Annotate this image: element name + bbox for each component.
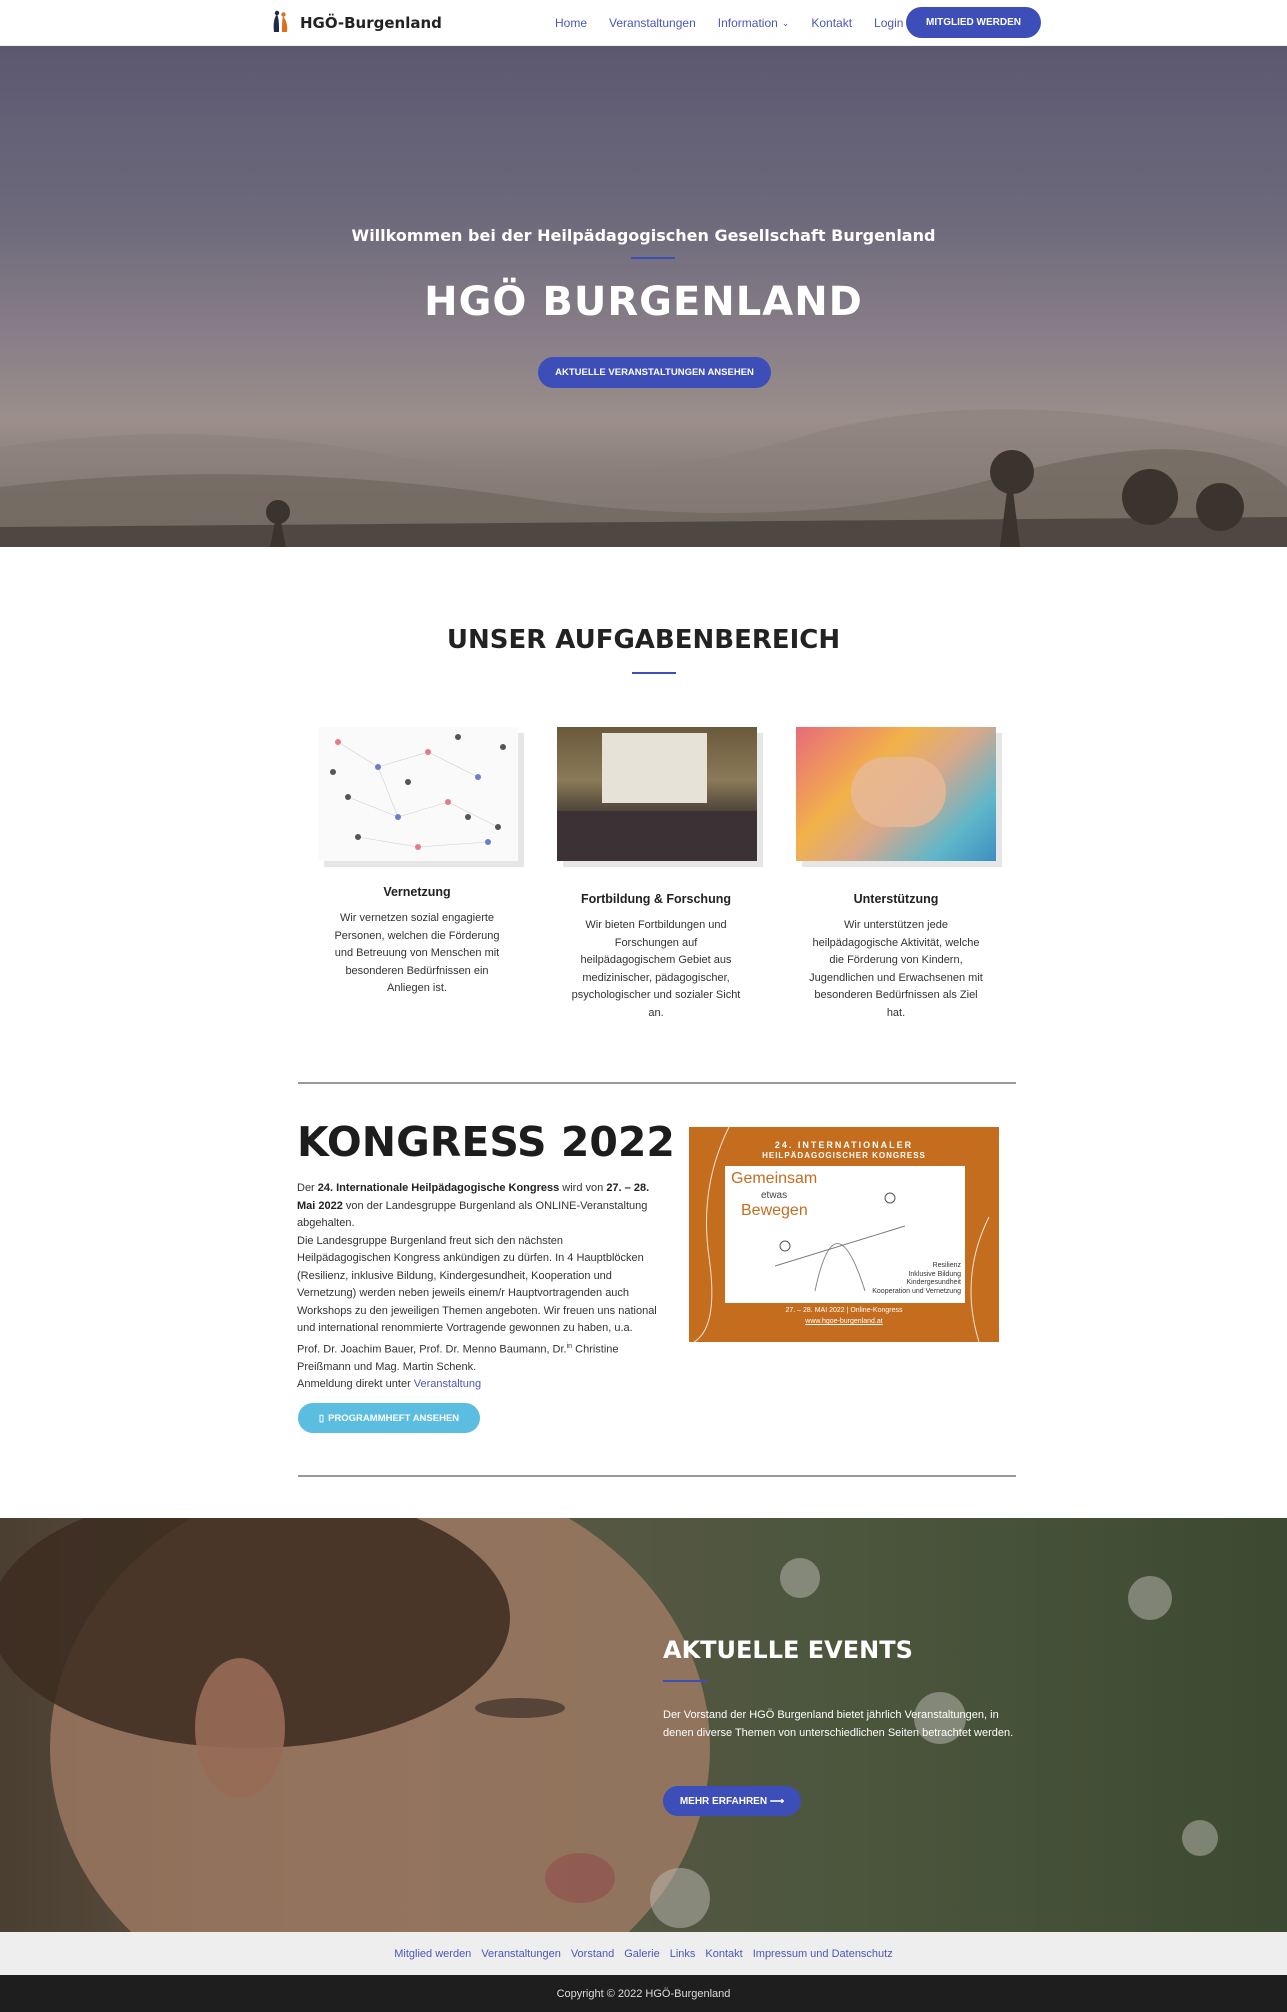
- nav-information[interactable]: Information ⌄: [718, 16, 790, 30]
- hero-landscape-image: [0, 409, 1287, 547]
- footer-link-impressum[interactable]: Impressum und Datenschutz: [753, 1948, 893, 1960]
- card-title-unterstuetzung: Unterstützung: [853, 892, 939, 906]
- card-text-unterstuetzung: Wir unterstützen jede heilpädagogische A…: [809, 919, 983, 1019]
- learn-more-button[interactable]: MEHR ERFAHREN ⟶: [663, 1786, 801, 1816]
- kongress-title: KONGRESS 2022: [297, 1118, 675, 1166]
- program-booklet-label: PROGRAMMHEFT ANSEHEN: [328, 1412, 460, 1424]
- nav-veranstaltungen[interactable]: Veranstaltungen: [609, 16, 696, 30]
- view-events-button[interactable]: AKTUELLE VERANSTALTUNGEN ANSEHEN: [538, 357, 771, 388]
- kongress-paragraph-1: Der 24. Internationale Heilpädagogische …: [297, 1180, 657, 1233]
- events-section: [0, 1518, 1287, 1932]
- copyright: Copyright © 2022 HGÖ-Burgenland: [0, 1975, 1287, 2012]
- document-icon: ▯: [318, 1412, 325, 1424]
- nav-information-label: Information: [717, 16, 778, 30]
- poster-url: www.hgoe-burgenland.at: [805, 1318, 883, 1325]
- logo-icon: [270, 10, 292, 36]
- footer-nav: Mitglied werden Veranstaltungen Vorstand…: [0, 1932, 1287, 1975]
- events-title: AKTUELLE EVENTS: [663, 1636, 913, 1664]
- poster-topic-4: Kooperation und Vernetzung: [872, 1287, 961, 1295]
- nav-kontakt[interactable]: Kontakt: [811, 16, 852, 30]
- hero-divider: [631, 257, 675, 259]
- logo[interactable]: HGÖ-Burgenland: [270, 10, 442, 36]
- seminar-image: [557, 727, 757, 861]
- chevron-down-icon: ⌄: [781, 17, 790, 28]
- footer-link-vorstand[interactable]: Vorstand: [571, 1948, 614, 1960]
- card-text-vernetzung: Wir vernetzen sozial engagierte Personen…: [334, 912, 500, 994]
- footer-link-mitglied[interactable]: Mitglied werden: [394, 1948, 471, 1960]
- logo-text: HGÖ-Burgenland: [300, 14, 442, 32]
- hands-together-image: [796, 727, 996, 861]
- child-photo: [0, 1518, 1287, 1932]
- card-title-fortbildung: Fortbildung & Forschung: [581, 892, 731, 906]
- nav-login[interactable]: Login: [874, 16, 903, 30]
- poster-topic-1: Resilienz: [932, 1262, 961, 1269]
- kongress-paragraph-2: Die Landesgruppe Burgenland freut sich d…: [297, 1233, 657, 1377]
- main-nav: Home Veranstaltungen Information ⌄ Kontak…: [555, 16, 925, 30]
- kongress-p3: Anmeldung direkt unter: [297, 1378, 414, 1391]
- kongress-p1-c: wird von: [559, 1182, 607, 1194]
- card-text-fortbildung: Wir bieten Fortbildungen und Forschungen…: [571, 919, 741, 1019]
- veranstaltung-link[interactable]: Veranstaltung: [414, 1378, 481, 1390]
- tasks-title: UNSER AUFGABENBEREICH: [446, 625, 841, 655]
- kongress-text: Der 24. Internationale Heilpädagogische …: [297, 1180, 657, 1394]
- kongress-p1-b: 24. Internationale Heilpädagogische Kong…: [317, 1182, 560, 1194]
- kongress-p1-e: von der Landesgruppe Burgenland als ONLI…: [297, 1199, 648, 1230]
- become-member-button[interactable]: MITGLIED WERDEN: [906, 7, 1041, 38]
- poster-card: Gemeinsam etwas Bewegen Resilienz Inklus…: [725, 1166, 965, 1303]
- kongress-poster[interactable]: 24. INTERNATIONALER HEILPÄDAGOGISCHER KO…: [689, 1127, 999, 1342]
- hero-section: Willkommen bei der Heilpädagogischen Ges…: [0, 46, 1287, 547]
- kongress-p2: Die Landesgruppe Burgenland freut sich d…: [297, 1234, 657, 1356]
- tasks-divider: [632, 672, 676, 674]
- card-title-vernetzung: Vernetzung: [383, 885, 451, 899]
- hero-title: HGÖ BURGENLAND: [424, 279, 863, 325]
- poster-topic-3: Kindergesundheit: [906, 1279, 962, 1286]
- network-image: [318, 727, 518, 861]
- hero-subtitle: Willkommen bei der Heilpädagogischen Ges…: [351, 226, 936, 245]
- footer-link-kontakt[interactable]: Kontakt: [705, 1948, 742, 1960]
- nav-home[interactable]: Home: [555, 16, 587, 30]
- events-text: Der Vorstand der HGÖ Burgenland bietet j…: [663, 1709, 1014, 1739]
- footer-link-veranstaltungen[interactable]: Veranstaltungen: [481, 1948, 561, 1960]
- kongress-paragraph-3: Anmeldung direkt unter Veranstaltung: [297, 1376, 657, 1394]
- poster-line1: 24. INTERNATIONALER: [774, 1140, 914, 1150]
- footer-link-links[interactable]: Links: [670, 1948, 696, 1960]
- events-divider: [663, 1680, 707, 1682]
- poster-line2: HEILPÄDAGOGISCHER KONGRESS: [762, 1151, 926, 1160]
- site-header: HGÖ-Burgenland Home Veranstaltungen Info…: [0, 0, 1287, 46]
- divider-top: [298, 1082, 1016, 1084]
- poster-date: 27. – 28. MAI 2022 | Online-Kongress: [785, 1307, 903, 1314]
- divider-bottom: [298, 1475, 1016, 1477]
- poster-topics: Resilienz Inklusive Bildung Kindergesund…: [872, 1262, 961, 1296]
- poster-topic-2: Inklusive Bildung: [908, 1270, 961, 1278]
- program-booklet-button[interactable]: ▯ PROGRAMMHEFT ANSEHEN: [298, 1403, 480, 1433]
- footer-link-galerie[interactable]: Galerie: [624, 1948, 659, 1960]
- kongress-p1-a: Der: [297, 1182, 318, 1194]
